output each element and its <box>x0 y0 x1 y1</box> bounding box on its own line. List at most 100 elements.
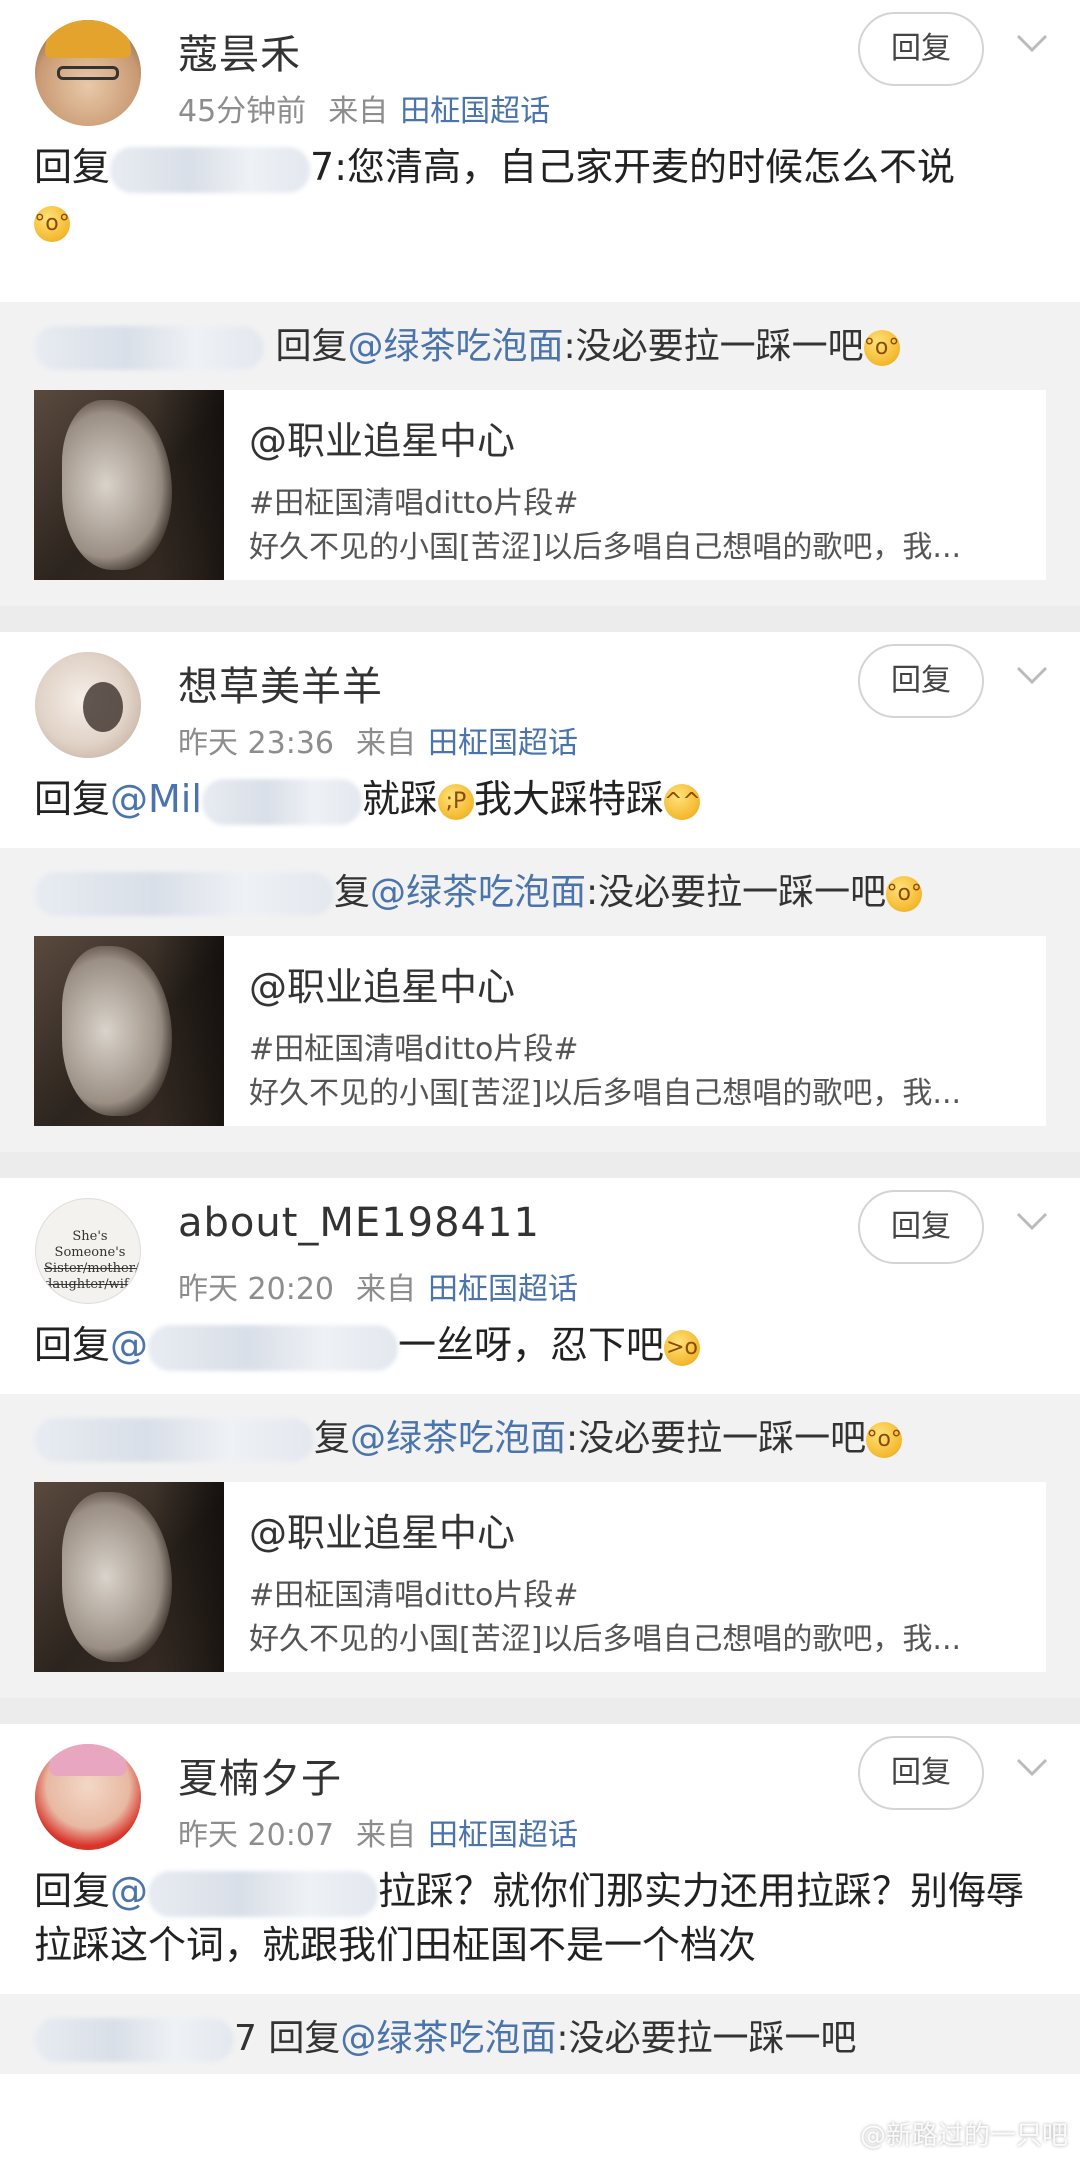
quoted-comment-line: 复@绿茶吃泡面:没必要拉一踩一吧°o° <box>34 1404 1046 1474</box>
grin-face-icon: ^^ <box>663 783 701 820</box>
comment-time: 昨天 20:07 <box>178 1818 334 1853</box>
redacted-username <box>148 1870 379 1917</box>
chevron-down-icon[interactable] <box>1015 26 1049 60</box>
comment-time: 45分钟前 <box>178 94 307 129</box>
quote-text: :没必要拉一踩一吧 <box>566 1418 867 1459</box>
user-name[interactable]: 想草美羊羊 <box>178 654 383 712</box>
comment-header: 蔻昙禾 45分钟前 来自 田柾国超话 回复 <box>0 0 1080 140</box>
video-thumbnail[interactable] <box>34 936 224 1126</box>
comment-meta: 昨天 20:07 来自 田柾国超话 <box>178 1810 578 1854</box>
quoted-comment-line: 复@绿茶吃泡面:没必要拉一踩一吧°o° <box>34 858 1046 928</box>
shared-post-author[interactable]: @职业追星中心 <box>249 410 515 465</box>
mention-link[interactable]: @ <box>110 1323 148 1367</box>
hat-icon <box>45 20 131 58</box>
comment-feed: 蔻昙禾 45分钟前 来自 田柾国超话 回复 回复 7:您清高，自己家开麦的时候怎么不说… <box>0 0 1080 2074</box>
comment-time: 昨天 23:36 <box>178 726 334 761</box>
comment-card: She's Someone's Sister/mother/daughter/wi… <box>0 1178 1080 1372</box>
chevron-down-icon[interactable] <box>1015 1204 1049 1238</box>
comment-meta: 昨天 23:36 来自 田柾国超话 <box>178 718 578 762</box>
comment-header: 夏楠夕子 昨天 20:07 来自 田柾国超话 回复 <box>0 1724 1080 1864</box>
redacted-username <box>34 326 264 370</box>
chevron-down-icon[interactable] <box>1015 658 1049 692</box>
quote-reply-label: 7 回复 <box>234 2018 341 2059</box>
comment-meta: 昨天 20:20 来自 田柾国超话 <box>178 1264 578 1308</box>
mention-link[interactable]: @绿茶吃泡面 <box>370 872 586 913</box>
shared-post-card[interactable]: @职业追星中心 #田柾国清唱ditto片段# 好久不见的小国[苦涩]以后多唱自己… <box>34 936 1046 1126</box>
reply-prefix: 回复 <box>34 1869 111 1913</box>
shared-post-text: 好久不见的小国[苦涩]以后多唱自己想唱的歌吧，我... <box>249 1622 962 1657</box>
quoted-comment[interactable]: 回复@绿茶吃泡面:没必要拉一踩一吧°o° @职业追星中心 #田柾国清唱ditto… <box>0 302 1080 606</box>
avatar[interactable] <box>35 1744 141 1850</box>
shared-post-author[interactable]: @职业追星中心 <box>249 1502 515 1557</box>
quoted-comment[interactable]: 复@绿茶吃泡面:没必要拉一踩一吧°o° @职业追星中心 #田柾国清唱ditto片… <box>0 1394 1080 1698</box>
reply-button[interactable]: 回复 <box>858 644 984 718</box>
comment-body: 回复@ 一丝呀，忍下吧>o <box>0 1318 1080 1372</box>
watermark: @新路过的一只吧 <box>859 2121 1068 2151</box>
reply-prefix: 回复 <box>34 777 111 821</box>
comment-card: 夏楠夕子 昨天 20:07 来自 田柾国超话 回复 回复@ 拉踩？就你们那实力还用拉踩… <box>0 1724 1080 1972</box>
video-thumbnail[interactable] <box>34 1482 224 1672</box>
quoted-comment[interactable]: 7 回复@绿茶吃泡面:没必要拉一踩一吧 <box>0 1994 1080 2074</box>
mention-link[interactable]: @ <box>110 1869 148 1913</box>
avatar[interactable] <box>35 20 141 126</box>
shared-post-text: 好久不见的小国[苦涩]以后多唱自己想唱的歌吧，我... <box>249 1076 962 1111</box>
topic-link[interactable]: 田柾国超话 <box>428 726 578 761</box>
shared-post-card[interactable]: @职业追星中心 #田柾国清唱ditto片段# 好久不见的小国[苦涩]以后多唱自己… <box>34 1482 1046 1672</box>
mention-link[interactable]: @Mil <box>110 777 202 821</box>
redacted-username <box>34 1418 314 1462</box>
shared-post-hashtag: #田柾国清唱ditto片段# <box>249 1578 579 1613</box>
tired-face-icon: >o <box>664 1329 701 1366</box>
quoted-comment[interactable]: 复@绿茶吃泡面:没必要拉一踩一吧°o° @职业追星中心 #田柾国清唱ditto片… <box>0 848 1080 1152</box>
scared-face-icon: °o° <box>863 330 900 366</box>
shared-post-card[interactable]: @职业追星中心 #田柾国清唱ditto片段# 好久不见的小国[苦涩]以后多唱自己… <box>34 390 1046 580</box>
avatar[interactable]: She's Someone's Sister/mother/daughter/wi… <box>35 1198 141 1304</box>
avatar[interactable] <box>35 652 141 758</box>
separator <box>0 1152 1080 1178</box>
comment-header: She's Someone's Sister/mother/daughter/wi… <box>0 1178 1080 1318</box>
topic-link[interactable]: 田柾国超话 <box>428 1272 578 1307</box>
user-name[interactable]: 蔻昙禾 <box>178 22 301 80</box>
topic-link[interactable]: 田柾国超话 <box>428 1818 578 1853</box>
shared-post-author[interactable]: @职业追星中心 <box>249 956 515 1011</box>
quoted-comment-line: 回复@绿茶吃泡面:没必要拉一踩一吧°o° <box>34 312 1046 382</box>
source-label: 来自 <box>328 94 389 129</box>
quote-reply-label: 复 <box>334 872 371 913</box>
comment-text: 一丝呀，忍下吧 <box>398 1323 665 1367</box>
comment-meta: 45分钟前 来自 田柾国超话 <box>178 86 550 130</box>
shared-post-text: 好久不见的小国[苦涩]以后多唱自己想唱的歌吧，我... <box>249 530 962 565</box>
reply-prefix: 回复 <box>34 145 111 189</box>
redacted-username <box>34 872 334 916</box>
user-name[interactable]: about_ME198411 <box>178 1200 540 1246</box>
mention-link[interactable]: @绿茶吃泡面 <box>347 326 563 367</box>
quote-text: :没必要拉一踩一吧 <box>586 872 887 913</box>
redacted-username <box>201 778 362 825</box>
reply-button[interactable]: 回复 <box>858 1736 984 1810</box>
reply-button[interactable]: 回复 <box>858 12 984 86</box>
scared-face-icon: °o° <box>34 205 70 242</box>
comment-body: 回复@Mil 就踩 ;P 我大踩特踩^^ <box>0 772 1080 826</box>
scared-face-icon: °o° <box>866 1422 903 1458</box>
scared-face-icon: °o° <box>886 876 923 912</box>
avatar-handwriting: She's Someone's Sister/mother/daughter/wi… <box>44 1229 140 1292</box>
video-thumbnail[interactable] <box>34 390 224 580</box>
comment-text: 就踩 <box>361 777 438 821</box>
mention-link[interactable]: @绿茶吃泡面 <box>350 1418 566 1459</box>
comment-header: 想草美羊羊 昨天 23:36 来自 田柾国超话 回复 <box>0 632 1080 772</box>
reply-button[interactable]: 回复 <box>858 1190 984 1264</box>
redacted-username <box>148 1324 399 1371</box>
chevron-down-icon[interactable] <box>1015 1750 1049 1784</box>
separator <box>0 606 1080 632</box>
user-name[interactable]: 夏楠夕子 <box>178 1746 342 1804</box>
source-label: 来自 <box>356 726 416 761</box>
mention-link[interactable]: @绿茶吃泡面 <box>340 2018 556 2059</box>
comment-text: 我大踩特踩 <box>473 777 664 821</box>
comment-card: 想草美羊羊 昨天 23:36 来自 田柾国超话 回复 回复@Mil 就踩 ;P 我大踩特踩… <box>0 632 1080 826</box>
redacted-username <box>110 146 311 193</box>
source-label: 来自 <box>356 1818 416 1853</box>
comment-text: 7:您清高，自己家开麦的时候怎么不说 <box>310 145 955 189</box>
topic-link[interactable]: 田柾国超话 <box>400 94 550 129</box>
separator <box>0 1698 1080 1724</box>
glasses-icon <box>57 66 119 80</box>
source-label: 来自 <box>356 1272 416 1307</box>
tongue-face-icon: ;P <box>437 783 474 820</box>
